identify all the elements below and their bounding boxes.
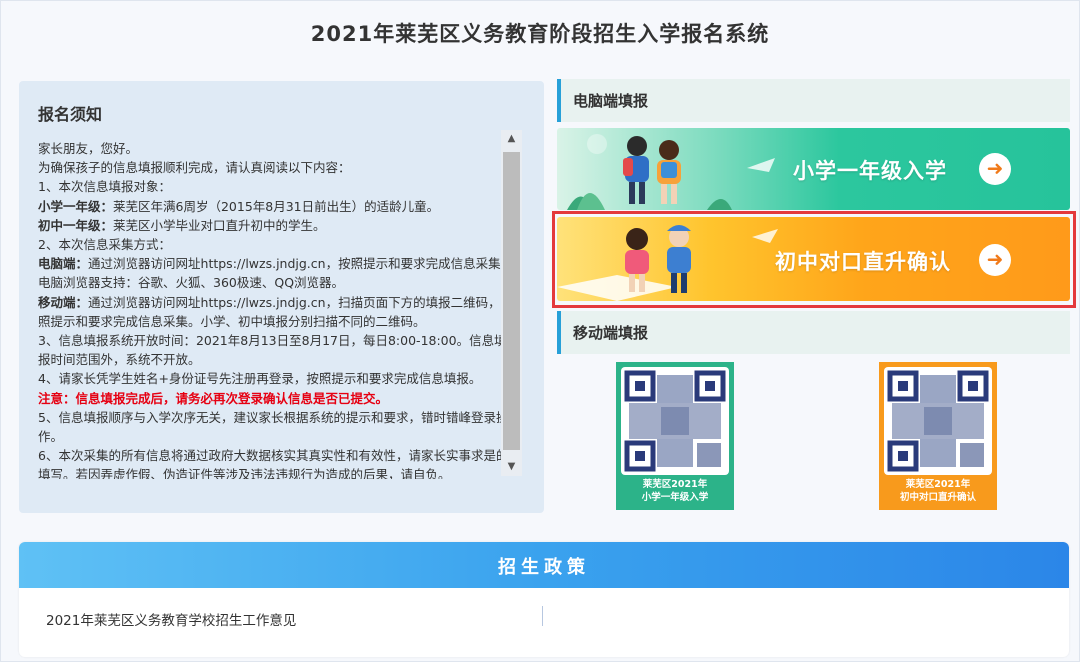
notice-line: 家长朋友，您好。: [38, 139, 518, 158]
qr-card-primary[interactable]: 莱芜区2021年 小学一年级入学: [616, 362, 734, 510]
scroll-up-arrow-icon[interactable]: ▲: [501, 130, 522, 148]
qr-card-middle[interactable]: 莱芜区2021年 初中对口直升确认: [879, 362, 997, 510]
notice-line: 1、本次信息填报对象：: [38, 177, 518, 196]
notice-line-text: 5、信息填报顺序与入学次序无关，建议家长根据系统的提示和要求，错时错峰登录操作。: [38, 409, 509, 445]
notice-line-label: 电脑端：: [38, 256, 89, 272]
notice-warning-text: 注意：信息填报完成后，请务必再次登录确认信息是否已提交。: [38, 390, 389, 406]
notice-line-label: 小学一年级：: [38, 198, 114, 214]
mobile-section-title: 移动端填报: [573, 324, 649, 342]
notice-line-text: 3、信息填报系统开放时间：2021年8月13日至8月17日，每日8:00-18:…: [38, 333, 507, 368]
pc-section-title: 电脑端填报: [573, 92, 649, 110]
students-illustration-icon: [567, 134, 775, 210]
notice-line: 电脑端：通过浏览器访问网址https://lwzs.jndjg.cn，按照提示和…: [38, 254, 518, 292]
arrow-right-icon[interactable]: ➜: [979, 153, 1011, 185]
primary-school-banner-label: 小学一年级入学: [793, 159, 947, 183]
notice-line-text: 通过浏览器访问网址https://lwzs.jndjg.cn，扫描页面下方的填报…: [38, 294, 514, 329]
notice-line: 为确保孩子的信息填报顺利完成，请认真阅读以下内容：: [38, 158, 518, 177]
notice-body: 家长朋友，您好。为确保孩子的信息填报顺利完成，请认真阅读以下内容： 1、本次信息填…: [38, 139, 518, 479]
notice-line-text: 通过浏览器访问网址https://lwzs.jndjg.cn，按照提示和要求完成…: [38, 256, 514, 291]
policy-divider: [542, 606, 543, 626]
notice-line: 小学一年级：莱芜区年满6周岁（2015年8月31日前出生）的适龄儿童。: [38, 197, 518, 216]
primary-school-banner[interactable]: 小学一年级入学 ➜: [557, 128, 1070, 210]
notice-panel: 报名须知 家长朋友，您好。为确保孩子的信息填报顺利完成，请认真阅读以下内容： 1、…: [19, 81, 544, 513]
notice-line-text: 为确保孩子的信息填报顺利完成，请认真阅读以下内容：: [38, 160, 351, 176]
qr-code-icon: [884, 367, 992, 475]
mobile-section-header: 移动端填报: [557, 311, 1070, 354]
notice-line: 5、信息填报顺序与入学次序无关，建议家长根据系统的提示和要求，错时错峰登录操作。: [38, 408, 518, 446]
notice-line-text: 莱芜区年满6周岁（2015年8月31日前出生）的适龄儿童。: [113, 198, 440, 214]
notice-line-text: 4、请家长凭学生姓名+身份证号先注册再登录，按照提示和要求完成信息填报。: [38, 371, 482, 387]
policy-panel: 招生政策 2021年莱芜区义务教育学校招生工作意见: [19, 542, 1069, 657]
notice-line: 3、信息填报系统开放时间：2021年8月13日至8月17日，每日8:00-18:…: [38, 331, 518, 369]
notice-line-text: 家长朋友，您好。: [38, 141, 139, 156]
qr-caption-primary: 莱芜区2021年 小学一年级入学: [616, 478, 734, 504]
qr-caption-line1: 莱芜区2021年: [905, 479, 971, 490]
notice-line: 6、本次采集的所有信息将通过政府大数据核实其真实性和有效性，请家长实事求是的填写…: [38, 446, 518, 479]
qr-caption-middle: 莱芜区2021年 初中对口直升确认: [879, 478, 997, 504]
policy-title: 招生政策: [498, 557, 590, 578]
notice-line: 注意：信息填报完成后，请务必再次登录确认信息是否已提交。: [38, 389, 518, 408]
notice-line: 4、请家长凭学生姓名+身份证号先注册再登录，按照提示和要求完成信息填报。: [38, 369, 518, 388]
notice-line-text: 1、本次信息填报对象：: [38, 179, 171, 195]
notice-line-text: 莱芜区小学毕业对口直升初中的学生。: [113, 217, 326, 233]
qr-caption-line2: 初中对口直升确认: [899, 492, 976, 503]
pc-section-header: 电脑端填报: [557, 79, 1070, 122]
notice-line-label: 移动端：: [38, 294, 89, 310]
scroll-down-arrow-icon[interactable]: ▼: [501, 458, 522, 476]
qr-caption-line2: 小学一年级入学: [641, 492, 709, 503]
notice-scrollbar[interactable]: ▲ ▼: [501, 130, 522, 476]
qr-caption-line1: 莱芜区2021年: [642, 479, 708, 490]
notice-line-label: 初中一年级：: [38, 217, 114, 233]
policy-header: 招生政策: [19, 542, 1069, 588]
notice-line-text: 6、本次采集的所有信息将通过政府大数据核实其真实性和有效性，请家长实事求是的填写…: [38, 448, 509, 479]
policy-link[interactable]: 2021年莱芜区义务教育学校招生工作意见: [46, 609, 296, 629]
notice-line: 2、本次信息采集方式：: [38, 235, 518, 254]
notice-title: 报名须知: [38, 105, 103, 124]
page-title: 2021年莱芜区义务教育阶段招生入学报名系统: [310, 22, 770, 46]
notice-line-text: 2、本次信息采集方式：: [38, 237, 171, 253]
selection-highlight-frame: [552, 211, 1076, 308]
qr-code-icon: [621, 367, 729, 475]
scroll-thumb[interactable]: [503, 152, 520, 450]
notice-line: 初中一年级：莱芜区小学毕业对口直升初中的学生。: [38, 216, 518, 235]
notice-line: 移动端：通过浏览器访问网址https://lwzs.jndjg.cn，扫描页面下…: [38, 293, 518, 331]
